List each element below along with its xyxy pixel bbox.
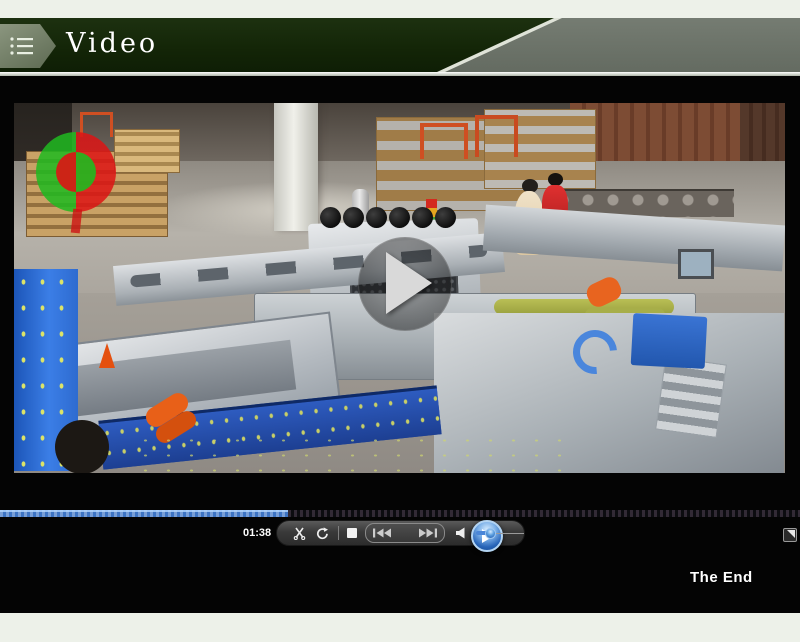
page-title: Video xyxy=(66,29,158,59)
scene-orange-cone xyxy=(99,343,115,368)
loop-icon[interactable] xyxy=(316,527,329,540)
speaker-icon[interactable] xyxy=(455,527,467,539)
stop-button[interactable] xyxy=(347,528,357,538)
volume-knob[interactable] xyxy=(485,528,496,539)
seek-bar[interactable] xyxy=(0,510,800,517)
scene-rollers xyxy=(320,207,458,228)
list-icon xyxy=(9,35,35,57)
control-divider xyxy=(338,526,339,540)
fullscreen-icon xyxy=(787,530,795,538)
scene-debris xyxy=(134,433,564,473)
stop-icon xyxy=(347,528,357,538)
control-bar xyxy=(276,520,525,546)
scene-orange-frame xyxy=(475,115,518,157)
scene-white-column xyxy=(274,103,318,231)
transport-group xyxy=(365,523,445,543)
prev-icon[interactable] xyxy=(372,528,392,538)
end-caption: The End xyxy=(690,569,753,586)
next-icon[interactable] xyxy=(418,528,438,538)
fullscreen-button[interactable] xyxy=(783,528,797,542)
play-triangle-icon[interactable] xyxy=(386,252,432,314)
time-display: 01:38 xyxy=(243,527,271,539)
scene-blue-tank xyxy=(631,313,708,369)
scissors-icon[interactable] xyxy=(293,527,306,540)
scene-pallet-stack xyxy=(114,129,180,173)
video-frame[interactable] xyxy=(14,103,785,473)
watermark-logo-inner xyxy=(56,152,96,192)
seek-bar-played xyxy=(0,510,288,517)
video-page: Video xyxy=(0,0,800,642)
scene-ladder xyxy=(655,356,727,438)
scene-foreground-head xyxy=(55,420,109,473)
scene-control-screen xyxy=(678,249,714,279)
volume-slider[interactable] xyxy=(476,527,524,539)
scene-orange-frame xyxy=(420,123,468,159)
video-player: 01:38 xyxy=(0,76,800,613)
